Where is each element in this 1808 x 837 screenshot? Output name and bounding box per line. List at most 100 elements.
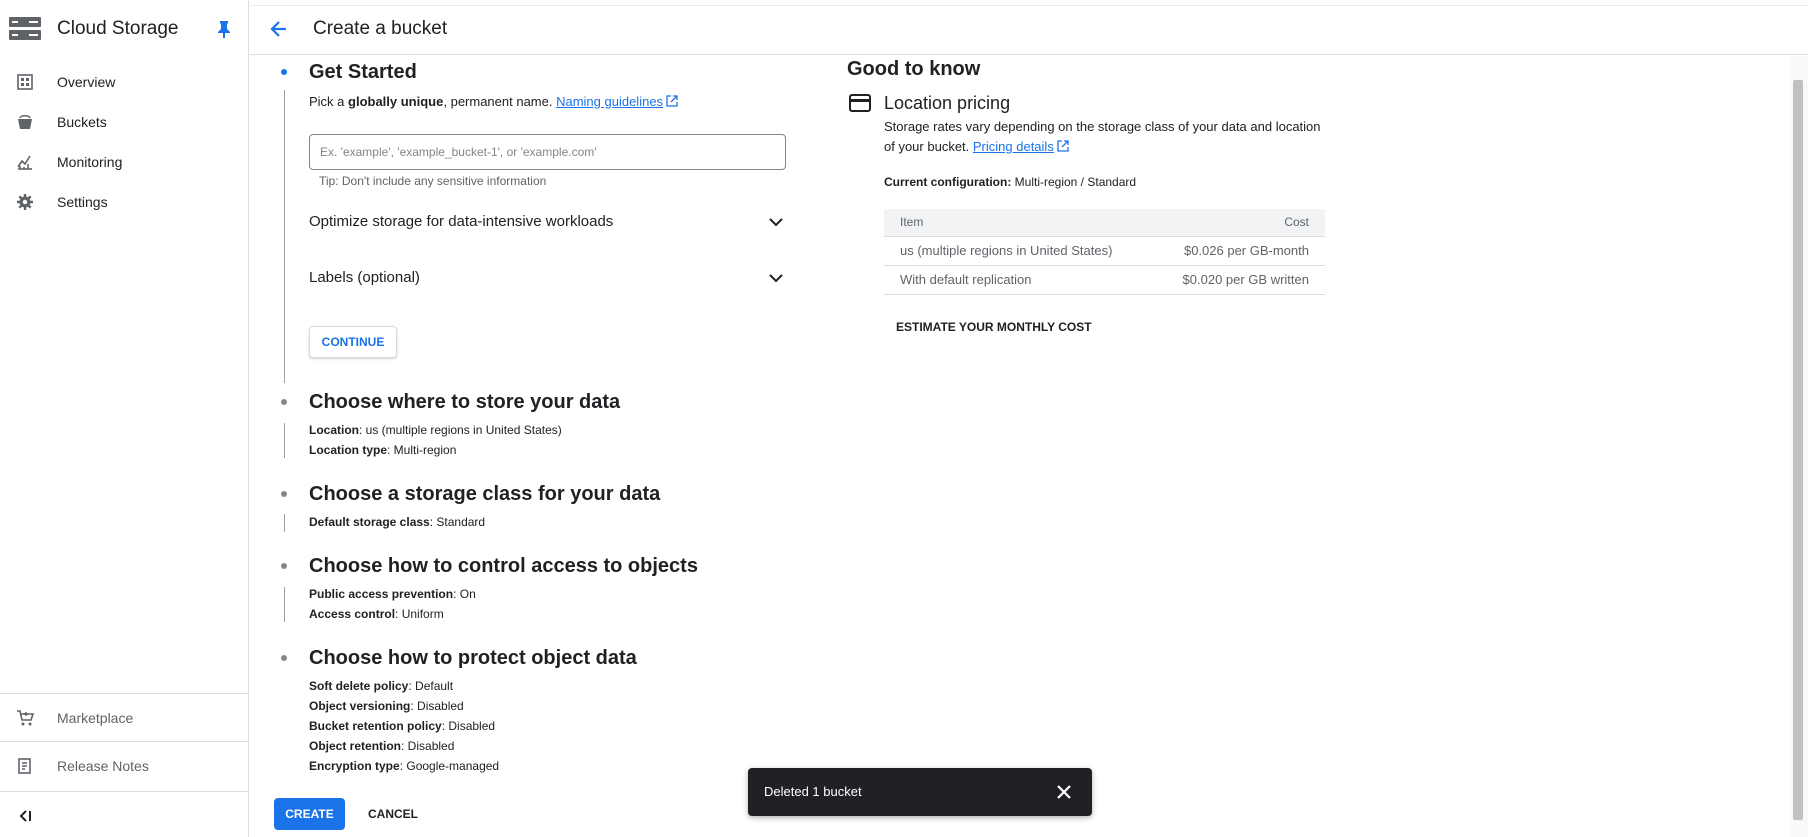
versioning-summary: Object versioning: Disabled <box>309 699 464 713</box>
summary-key: Location type <box>309 443 388 457</box>
summary-value: : Uniform <box>395 607 444 621</box>
table-row: With default replication $0.020 per GB w… <box>884 265 1325 295</box>
cancel-button[interactable]: CANCEL <box>357 798 429 830</box>
credit-card-icon <box>849 94 871 112</box>
location-pricing-title: Location pricing <box>884 93 1011 113</box>
back-arrow-icon[interactable] <box>268 18 290 40</box>
pin-icon[interactable] <box>216 20 232 38</box>
release-notes-icon <box>18 758 31 774</box>
step-indicator <box>281 491 287 497</box>
summary-value: : Standard <box>429 515 486 529</box>
sidebar-item-label: Settings <box>57 194 108 210</box>
summary-key: Location <box>309 423 359 437</box>
retention-policy-summary: Bucket retention policy: Disabled <box>309 719 495 733</box>
summary-value: : Default <box>408 679 454 693</box>
summary-key: Access control <box>309 607 396 621</box>
summary-key: Bucket retention policy <box>309 719 442 733</box>
scrollbar-thumb[interactable] <box>1793 80 1803 820</box>
naming-intro: Pick a globally unique, permanent name. … <box>309 94 678 109</box>
bucket-icon <box>18 114 32 129</box>
monitoring-chart-icon <box>17 155 32 170</box>
close-icon[interactable] <box>1054 782 1074 802</box>
snackbar: Deleted 1 bucket <box>748 768 1092 816</box>
summary-key: Object versioning <box>309 699 411 713</box>
step-title-location: Choose where to store your data <box>309 391 621 413</box>
page-title: Create a bucket <box>313 18 448 39</box>
step-indicator-active <box>281 69 287 75</box>
summary-key: Public access prevention <box>309 587 454 601</box>
step-title-get-started: Get Started <box>309 61 417 83</box>
pricing-desc-text: Storage rates vary depending on the stor… <box>884 119 1321 154</box>
sidebar-header: Cloud Storage <box>0 0 249 56</box>
bucket-name-input[interactable] <box>309 134 786 170</box>
summary-value: : Multi-region <box>387 443 457 457</box>
step-connector <box>284 514 285 532</box>
sidebar-item-label: Marketplace <box>57 710 134 726</box>
chevron-down-icon <box>769 274 783 283</box>
cloud-storage-icon <box>9 17 41 40</box>
step-connector <box>284 90 285 383</box>
step-title-storage-class: Choose a storage class for your data <box>309 483 661 505</box>
chevron-down-icon <box>769 218 783 227</box>
summary-value: : On <box>453 587 476 601</box>
collapse-sidebar-icon[interactable] <box>17 808 33 824</box>
table-cell-cost: $0.026 per GB-month <box>1151 236 1325 266</box>
sidebar-item-release-notes[interactable]: Release Notes <box>0 748 249 784</box>
cart-icon <box>17 710 34 726</box>
table-row: us (multiple regions in United States) $… <box>884 236 1325 266</box>
summary-value: : Disabled <box>410 699 464 713</box>
location-summary: Location: us (multiple regions in United… <box>309 423 562 437</box>
good-to-know-title: Good to know <box>847 58 981 80</box>
table-cell-cost: $0.020 per GB written <box>1151 265 1325 295</box>
expander-label: Optimize storage for data-intensive work… <box>309 213 614 230</box>
location-pricing-description: Storage rates vary depending on the stor… <box>884 117 1334 157</box>
continue-button[interactable]: CONTINUE <box>309 326 397 358</box>
summary-key: Default storage class <box>309 515 430 529</box>
gear-icon <box>17 194 33 210</box>
intro-text: Pick a <box>309 94 349 109</box>
summary-key: Soft delete policy <box>309 679 409 693</box>
step-title-protect: Choose how to protect object data <box>309 647 637 669</box>
external-link-icon <box>1057 140 1069 152</box>
intro-bold-text: globally unique <box>348 94 444 109</box>
snackbar-message: Deleted 1 bucket <box>764 784 862 799</box>
naming-guidelines-link[interactable]: Naming guidelines <box>556 94 663 109</box>
labels-expander[interactable]: Labels (optional) <box>309 266 786 290</box>
estimate-monthly-cost-button[interactable]: ESTIMATE YOUR MONTHLY COST <box>884 314 1104 340</box>
sidebar-item-label: Buckets <box>57 114 107 130</box>
table-header-row: Item Cost <box>884 209 1325 237</box>
sidebar-item-buckets[interactable]: Buckets <box>0 104 249 140</box>
sidebar-item-overview[interactable]: Overview <box>0 64 249 100</box>
column-header-item: Item <box>884 209 1152 237</box>
soft-delete-summary: Soft delete policy: Default <box>309 679 453 693</box>
sidebar-item-monitoring[interactable]: Monitoring <box>0 144 249 180</box>
step-indicator <box>281 563 287 569</box>
sidebar-item-marketplace[interactable]: Marketplace <box>0 700 249 736</box>
step-indicator <box>281 399 287 405</box>
sidebar: Cloud Storage Overview Buckets Monitorin… <box>0 0 249 837</box>
sidebar-item-label: Overview <box>57 74 116 90</box>
product-title: Cloud Storage <box>57 18 179 39</box>
intro-text-suffix: , permanent name. <box>443 94 557 109</box>
summary-value: : Google-managed <box>399 759 500 773</box>
table-cell-item: us (multiple regions in United States) <box>884 236 1152 266</box>
sidebar-item-settings[interactable]: Settings <box>0 184 249 220</box>
current-configuration: Current configuration: Multi-region / St… <box>884 175 1136 189</box>
summary-value: : Disabled <box>401 739 455 753</box>
optimize-storage-expander[interactable]: Optimize storage for data-intensive work… <box>309 210 786 234</box>
pricing-details-link[interactable]: Pricing details <box>973 139 1054 154</box>
pricing-table: Item Cost us (multiple regions in United… <box>884 209 1325 295</box>
summary-value: : Disabled <box>441 719 496 733</box>
access-control-summary: Access control: Uniform <box>309 607 444 621</box>
summary-key: Object retention <box>309 739 402 753</box>
config-value: Multi-region / Standard <box>1011 175 1137 189</box>
name-tip: Tip: Don't include any sensitive informa… <box>319 174 547 188</box>
external-link-icon <box>666 95 678 107</box>
expander-label: Labels (optional) <box>309 269 420 286</box>
config-key: Current configuration: <box>884 175 1012 189</box>
encryption-summary: Encryption type: Google-managed <box>309 759 499 773</box>
create-button[interactable]: CREATE <box>274 798 345 830</box>
sidebar-divider <box>0 693 249 694</box>
object-retention-summary: Object retention: Disabled <box>309 739 454 753</box>
top-bar <box>250 0 1808 55</box>
